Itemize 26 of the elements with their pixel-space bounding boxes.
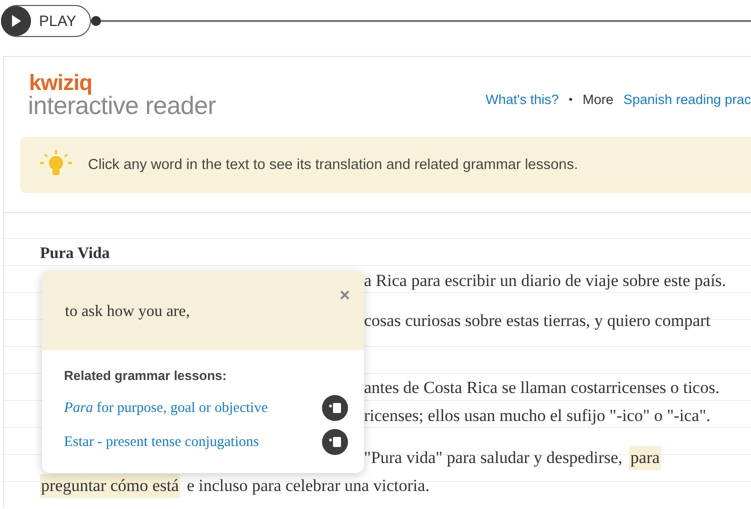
add-card-icon [328, 435, 342, 449]
translation-text: to ask how you are, [65, 303, 190, 320]
header-link[interactable]: What's this? [486, 92, 559, 107]
logo: kwiziq [29, 73, 94, 93]
header-label: More [582, 92, 614, 107]
add-card-icon [328, 401, 342, 415]
story-text[interactable]: antes de Costa Rica se llaman costarricenses o ticos. [364, 378, 720, 398]
story-text[interactable]: "Pura vida" para saludar y despedirse, [364, 448, 622, 468]
highlighted-phrase[interactable]: preguntar cómo está [40, 474, 180, 498]
play-button[interactable]: PLAY [1, 5, 92, 37]
highlighted-phrase[interactable]: para [629, 446, 661, 470]
lesson-link[interactable]: Estar - present tense conjugations [64, 434, 259, 450]
play-icon [11, 15, 21, 27]
lessons-heading: Related grammar lessons: [64, 368, 228, 383]
story-text[interactable]: e incluso para celebrar una victoria. [186, 476, 430, 496]
story-text[interactable]: cosas curiosas sobre estas tierras, y quiero compart [364, 311, 710, 331]
story-text[interactable]: ricenses; ellos usan mucho el sufijo "-ico" o "-ica". [364, 406, 710, 426]
tip-text: Click any word in the text to see its translation and related grammar lessons. [88, 157, 578, 173]
add-lesson-button[interactable] [322, 429, 348, 455]
header-link[interactable]: Spanish reading prac [623, 92, 751, 107]
add-lesson-button[interactable] [322, 395, 348, 421]
story-title: Pura Vida [40, 245, 111, 263]
bullet-separator: • [568, 94, 573, 106]
lesson-link[interactable]: Para for purpose, goal or objective [64, 400, 268, 416]
story-text[interactable]: a Rica para escribir un diario de viaje sobre este país. [364, 271, 726, 291]
progress-handle[interactable] [91, 16, 102, 26]
